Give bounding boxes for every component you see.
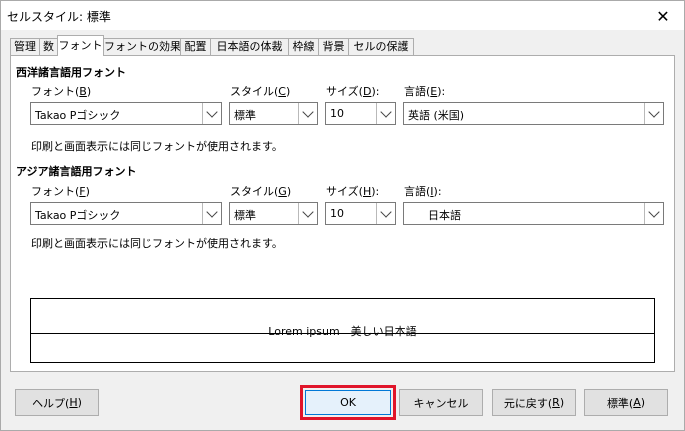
tab-background[interactable]: 背景 xyxy=(318,38,349,55)
help-button[interactable]: ヘルプ(H) xyxy=(15,389,99,416)
western-size-combo[interactable]: 10 xyxy=(325,102,396,125)
asian-language-value: 日本語 xyxy=(428,209,461,222)
asian-style-value: 標準 xyxy=(234,209,256,222)
western-size-label: サイズ(D): xyxy=(326,85,380,98)
asian-info-text: 印刷と画面表示には同じフォントが使用されます。 xyxy=(31,237,283,250)
standard-button[interactable]: 標準(A) xyxy=(584,389,668,416)
close-icon: ✕ xyxy=(656,6,670,26)
asian-language-label: 言語(I): xyxy=(404,185,442,198)
western-language-value: 英語 (米国) xyxy=(408,109,465,122)
tab-borders[interactable]: 枠線 xyxy=(288,38,319,55)
western-style-label: スタイル(C) xyxy=(230,85,291,98)
title-bar: セルスタイル: 標準 ✕ xyxy=(0,0,685,30)
chevron-down-icon[interactable] xyxy=(202,203,221,224)
reset-button[interactable]: 元に戻す(R) xyxy=(492,389,576,416)
asian-size-label: サイズ(H): xyxy=(326,185,380,198)
asian-font-label: フォント(F) xyxy=(31,185,90,198)
asian-section-title: アジア諸言語用フォント xyxy=(16,165,137,178)
asian-font-combo[interactable]: Takao Pゴシック xyxy=(30,202,222,225)
chevron-down-icon[interactable] xyxy=(644,203,663,224)
tab-asian-typography[interactable]: 日本語の体裁 xyxy=(210,38,289,55)
western-language-combo[interactable]: 英語 (米国) xyxy=(403,102,664,125)
asian-size-combo[interactable]: 10 xyxy=(325,202,396,225)
western-font-combo[interactable]: Takao Pゴシック xyxy=(30,102,222,125)
western-font-value: Takao Pゴシック xyxy=(35,109,121,122)
tab-font-effects[interactable]: フォントの効果 xyxy=(103,38,181,55)
chevron-down-icon[interactable] xyxy=(202,103,221,124)
ok-button[interactable]: OK xyxy=(305,390,391,415)
western-language-label: 言語(E): xyxy=(404,85,446,98)
preview-text: Lorem ipsum 美しい日本語 xyxy=(268,325,417,338)
asian-size-value: 10 xyxy=(330,207,344,220)
tab-font[interactable]: フォント xyxy=(57,35,104,56)
tab-numbers[interactable]: 数 xyxy=(39,38,58,55)
asian-style-combo[interactable]: 標準 xyxy=(229,202,318,225)
tab-cell-protection[interactable]: セルの保護 xyxy=(348,38,414,55)
tab-alignment[interactable]: 配置 xyxy=(180,38,211,55)
tab-manage[interactable]: 管理 xyxy=(10,38,40,55)
window-title: セルスタイル: 標準 xyxy=(7,10,111,24)
chevron-down-icon[interactable] xyxy=(376,103,395,124)
close-button[interactable]: ✕ xyxy=(641,2,685,30)
western-style-value: 標準 xyxy=(234,109,256,122)
asian-language-combo[interactable]: 日本語 xyxy=(403,202,664,225)
western-size-value: 10 xyxy=(330,107,344,120)
chevron-down-icon[interactable] xyxy=(644,103,663,124)
chevron-down-icon[interactable] xyxy=(298,203,317,224)
asian-font-value: Takao Pゴシック xyxy=(35,209,121,222)
chevron-down-icon[interactable] xyxy=(376,203,395,224)
western-section-title: 西洋諸言語用フォント xyxy=(16,66,126,79)
font-preview: Lorem ipsum 美しい日本語 xyxy=(30,298,655,363)
cancel-button[interactable]: キャンセル xyxy=(399,389,483,416)
western-font-label: フォント(B) xyxy=(31,85,92,98)
chevron-down-icon[interactable] xyxy=(298,103,317,124)
western-style-combo[interactable]: 標準 xyxy=(229,102,318,125)
asian-style-label: スタイル(G) xyxy=(230,185,292,198)
western-info-text: 印刷と画面表示には同じフォントが使用されます。 xyxy=(31,140,283,153)
